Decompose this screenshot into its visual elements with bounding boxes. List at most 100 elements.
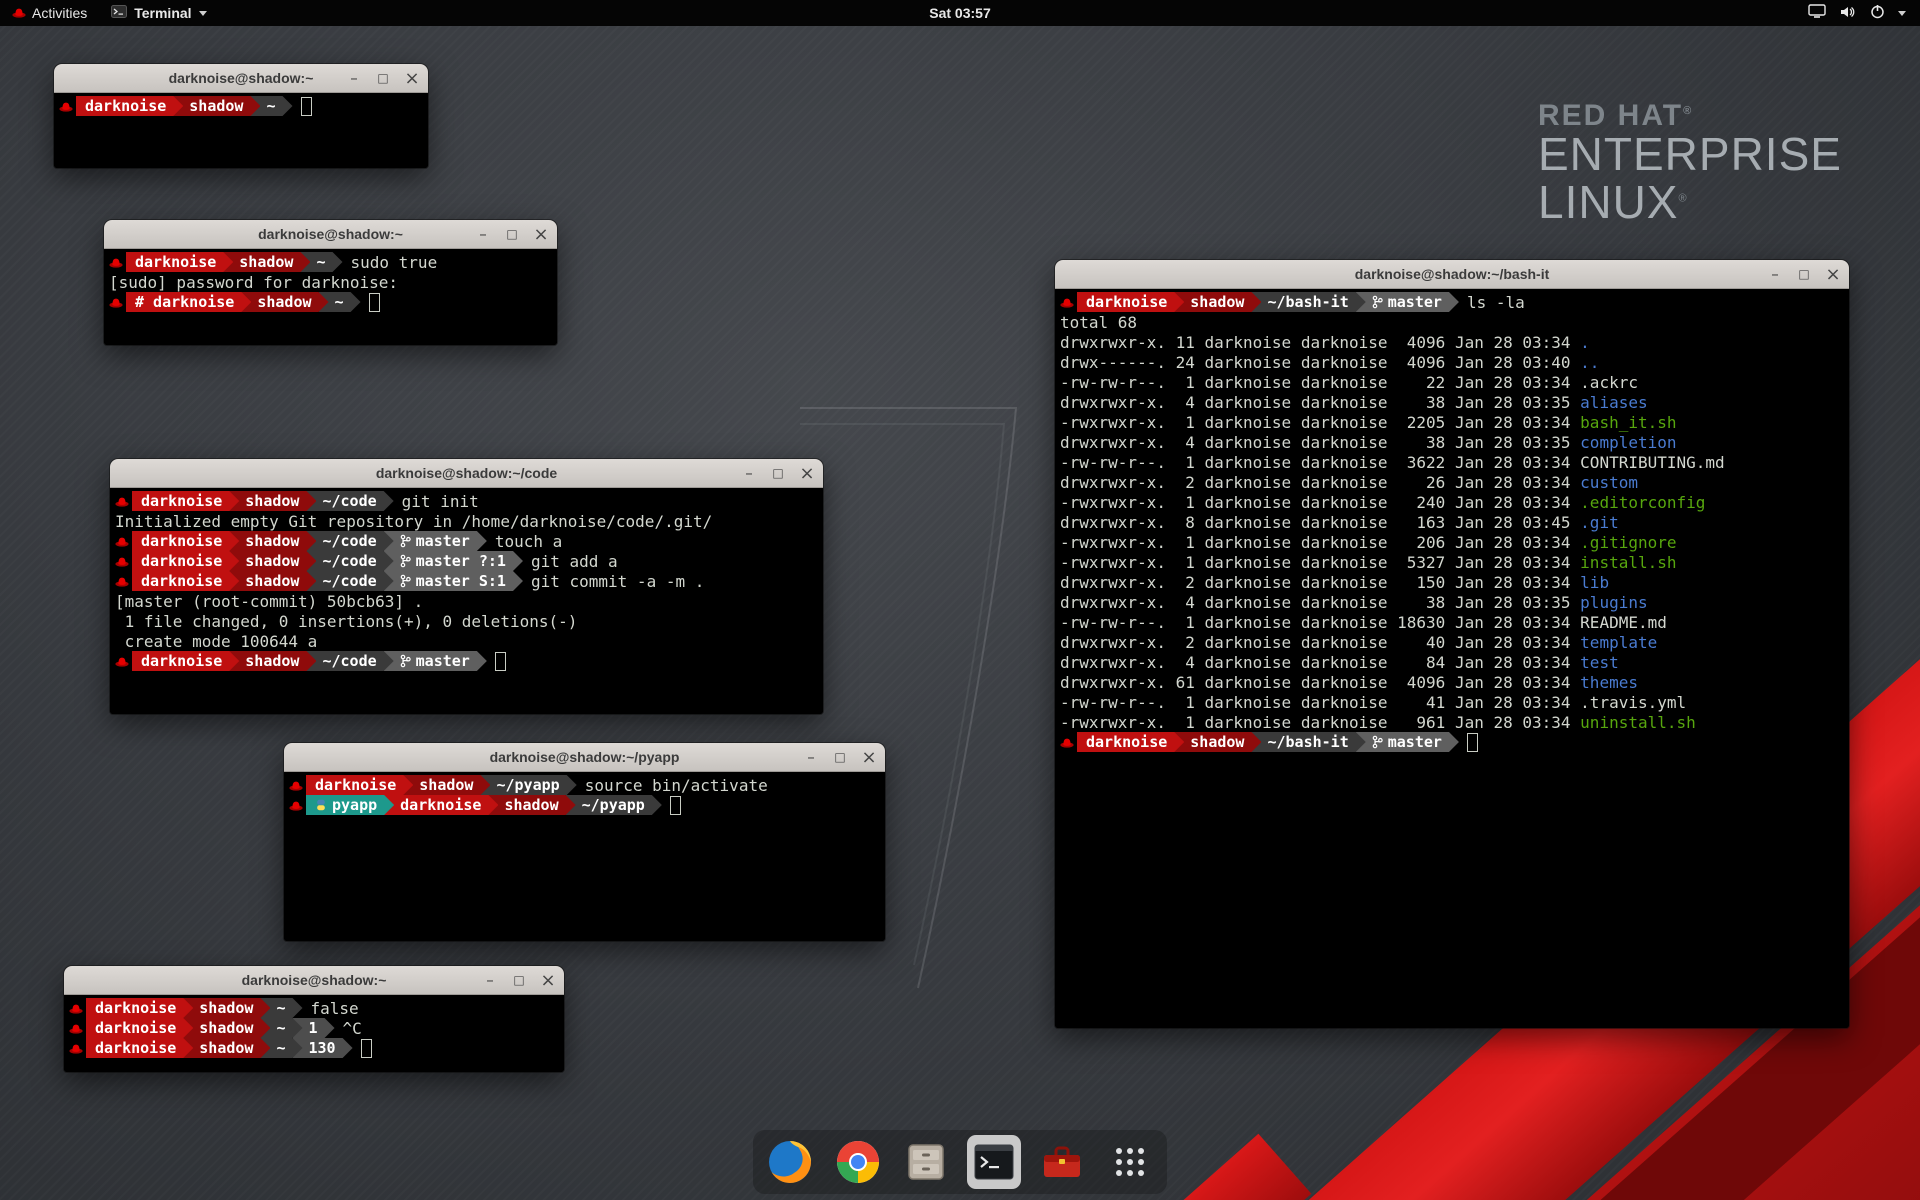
maximize-button[interactable] bbox=[511, 972, 527, 988]
dock-files[interactable] bbox=[899, 1135, 953, 1189]
output-line: drwxrwxr-x. 11 darknoise darknoise 4096 … bbox=[1060, 332, 1849, 352]
app-menu[interactable]: Terminal bbox=[99, 0, 218, 26]
prompt-segment-path: ~/code bbox=[306, 531, 393, 551]
brand-line-2: ENTERPRISE bbox=[1538, 131, 1842, 179]
close-button[interactable] bbox=[1825, 266, 1841, 282]
file-name: aliases bbox=[1580, 393, 1647, 412]
output-text: 1 file changed, 0 insertions(+), 0 delet… bbox=[115, 612, 577, 631]
segment-text: darknoise bbox=[85, 97, 166, 115]
activities-button[interactable]: Activities bbox=[0, 0, 99, 26]
dock-chrome[interactable] bbox=[831, 1135, 885, 1189]
terminal-content[interactable]: darknoiseshadow~/pyappsource bin/activat… bbox=[284, 772, 885, 941]
prompt-line: darknoiseshadow~ bbox=[59, 96, 428, 116]
registered-mark: ® bbox=[1678, 193, 1687, 205]
window-controls bbox=[482, 966, 556, 994]
segment-text: ~ bbox=[276, 999, 285, 1017]
system-menu[interactable] bbox=[1794, 0, 1920, 26]
command-text: touch a bbox=[495, 532, 562, 551]
window-titlebar[interactable]: darknoise@shadow:~ bbox=[54, 64, 428, 93]
terminal-content[interactable]: darknoiseshadow~ bbox=[54, 93, 428, 168]
branch-icon bbox=[400, 654, 411, 668]
redhat-icon bbox=[115, 576, 132, 587]
maximize-button[interactable] bbox=[375, 70, 391, 86]
output-text: -rwxrwxr-x. 1 darknoise darknoise 206 Ja… bbox=[1060, 533, 1580, 552]
command-text: source bin/activate bbox=[585, 776, 768, 795]
segment-text: darknoise bbox=[95, 1039, 176, 1057]
minimize-button[interactable] bbox=[346, 70, 362, 86]
prompt-line: darknoiseshadow~/pyappsource bin/activat… bbox=[289, 775, 885, 795]
prompt-segment-git: master S:1 bbox=[384, 571, 523, 591]
close-button[interactable] bbox=[540, 972, 556, 988]
output-line: drwxrwxr-x. 2 darknoise darknoise 150 Ja… bbox=[1060, 572, 1849, 592]
segment-text: darknoise bbox=[135, 253, 216, 271]
segment-text: darknoise bbox=[141, 552, 222, 570]
window-titlebar[interactable]: darknoise@shadow:~ bbox=[64, 966, 564, 995]
output-line: drwx------. 24 darknoise darknoise 4096 … bbox=[1060, 352, 1849, 372]
terminal-cursor bbox=[361, 1039, 372, 1058]
segment-text: 1 bbox=[309, 1019, 318, 1037]
prompt-segment-path: ~/bash-it bbox=[1251, 732, 1365, 752]
dock-app-grid[interactable] bbox=[1103, 1135, 1157, 1189]
volume-icon bbox=[1839, 5, 1857, 22]
segment-text: ~ bbox=[266, 97, 275, 115]
redhat-icon bbox=[115, 496, 132, 507]
window-titlebar[interactable]: darknoise@shadow:~/bash-it bbox=[1055, 260, 1849, 289]
command-text: git init bbox=[402, 492, 479, 511]
redhat-icon bbox=[289, 800, 306, 811]
terminal-content[interactable]: darknoiseshadow~/codegit initInitialized… bbox=[110, 488, 823, 714]
output-text: drwxrwxr-x. 4 darknoise darknoise 84 Jan… bbox=[1060, 653, 1580, 672]
terminal-cursor bbox=[670, 796, 681, 815]
dock-terminal[interactable] bbox=[967, 1135, 1021, 1189]
prompt-segment-user: darknoise bbox=[1077, 292, 1184, 312]
terminal-content[interactable]: darknoiseshadow~falsedarknoiseshadow~1^C… bbox=[64, 995, 564, 1072]
file-name: plugins bbox=[1580, 593, 1647, 612]
segment-text: shadow bbox=[1190, 733, 1244, 751]
minimize-button[interactable] bbox=[475, 226, 491, 242]
dock-firefox[interactable] bbox=[763, 1135, 817, 1189]
top-bar-left: Activities Terminal bbox=[0, 0, 219, 26]
command-text: git add a bbox=[531, 552, 618, 571]
prompt-segment-host: shadow bbox=[183, 1038, 270, 1058]
terminal-content[interactable]: darknoiseshadow~/bash-itmasterls -latota… bbox=[1055, 289, 1849, 1028]
app-grid-icon bbox=[1107, 1139, 1153, 1185]
file-name: .git bbox=[1580, 513, 1619, 532]
file-name: uninstall.sh bbox=[1580, 713, 1696, 732]
close-button[interactable] bbox=[404, 70, 420, 86]
terminal-content[interactable]: darknoiseshadow~sudo true[sudo] password… bbox=[104, 249, 557, 345]
prompt-segment-user: darknoise bbox=[132, 531, 239, 551]
command-text: git commit -a -m . bbox=[531, 572, 704, 591]
output-line: [sudo] password for darknoise: bbox=[109, 272, 557, 292]
prompt-segment-path: ~/code bbox=[306, 551, 393, 571]
minimize-button[interactable] bbox=[482, 972, 498, 988]
segment-text: darknoise bbox=[1086, 293, 1167, 311]
segment-text: shadow bbox=[245, 572, 299, 590]
close-button[interactable] bbox=[799, 465, 815, 481]
prompt-segment-user: darknoise bbox=[132, 491, 239, 511]
window-title: darknoise@shadow:~ bbox=[242, 972, 387, 988]
maximize-button[interactable] bbox=[832, 749, 848, 765]
maximize-button[interactable] bbox=[1796, 266, 1812, 282]
window-titlebar[interactable]: darknoise@shadow:~/code bbox=[110, 459, 823, 488]
window-titlebar[interactable]: darknoise@shadow:~ bbox=[104, 220, 557, 249]
maximize-button[interactable] bbox=[504, 226, 520, 242]
minimize-button[interactable] bbox=[803, 749, 819, 765]
segment-text: ~ bbox=[316, 253, 325, 271]
file-name: README.md bbox=[1580, 613, 1667, 632]
app-menu-label: Terminal bbox=[134, 5, 191, 21]
close-button[interactable] bbox=[861, 749, 877, 765]
close-button[interactable] bbox=[533, 226, 549, 242]
prompt-segment-user: darknoise bbox=[306, 775, 413, 795]
dock-toolbox[interactable] bbox=[1035, 1135, 1089, 1189]
window-title: darknoise@shadow:~/pyapp bbox=[490, 749, 680, 765]
minimize-button[interactable] bbox=[1767, 266, 1783, 282]
branch-icon bbox=[400, 534, 411, 548]
minimize-button[interactable] bbox=[741, 465, 757, 481]
terminal-window: darknoise@shadow:~ darknoiseshadow~ bbox=[54, 64, 428, 168]
terminal-cursor bbox=[301, 97, 312, 116]
output-text: drwxrwxr-x. 2 darknoise darknoise 26 Jan… bbox=[1060, 473, 1580, 492]
clock[interactable]: Sat 03:57 bbox=[929, 5, 990, 21]
maximize-button[interactable] bbox=[770, 465, 786, 481]
window-titlebar[interactable]: darknoise@shadow:~/pyapp bbox=[284, 743, 885, 772]
file-name: .. bbox=[1580, 353, 1599, 372]
output-line: create mode 100644 a bbox=[115, 631, 823, 651]
